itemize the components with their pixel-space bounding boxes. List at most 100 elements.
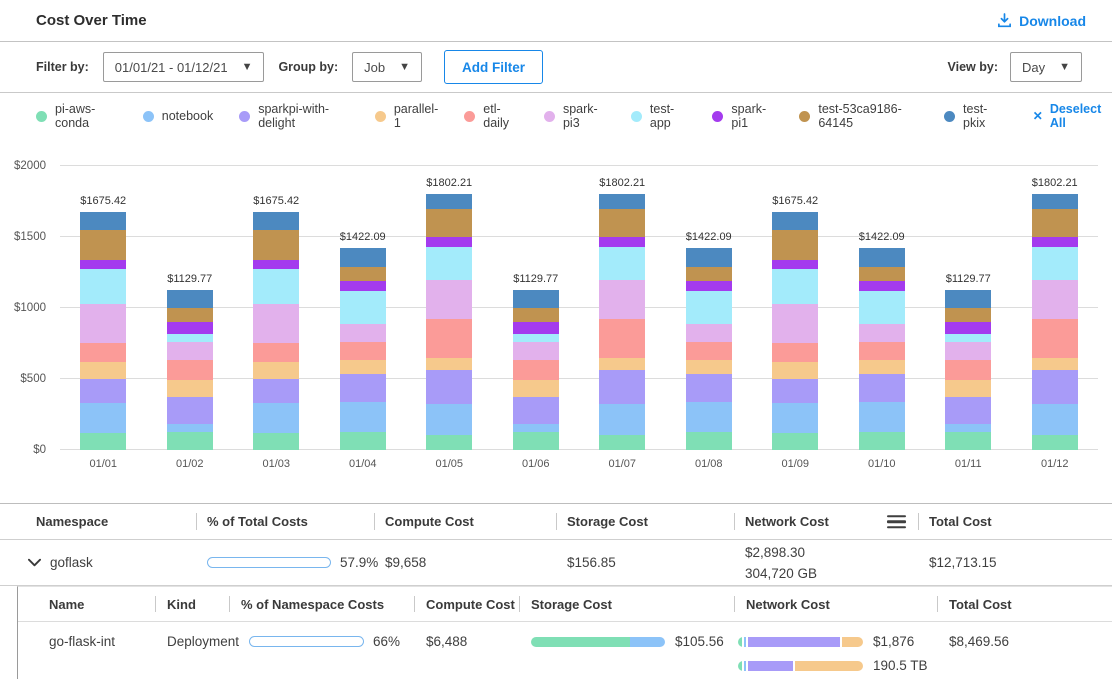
- bar-01/04[interactable]: $1422.09: [320, 166, 407, 450]
- storage-cost-value: $156.85: [556, 555, 734, 570]
- legend-item-test-53ca9186-64145[interactable]: test-53ca9186-64145: [799, 102, 918, 130]
- legend-item-parallel-1[interactable]: parallel-1: [375, 102, 438, 130]
- bar-segment-parallel-1: [945, 380, 991, 397]
- bar-segment-parallel-1: [1032, 358, 1078, 370]
- bar-01/05[interactable]: $1802.21: [406, 166, 493, 450]
- bar-segment-pi-aws-conda: [859, 432, 905, 450]
- bar-segment-notebook: [340, 402, 386, 432]
- bar-segment-spark-pi3: [513, 342, 559, 361]
- legend-label: parallel-1: [394, 102, 438, 130]
- legend-label: test-app: [650, 102, 687, 130]
- chevron-down-icon: ▼: [242, 61, 253, 73]
- x-tick-label: 01/02: [147, 458, 234, 470]
- bar-stack: [80, 212, 126, 450]
- col-name: Name: [18, 587, 155, 621]
- bar-01/01[interactable]: $1675.42: [60, 166, 147, 450]
- bar-segment-test-pkix: [772, 212, 818, 230]
- page-title: Cost Over Time: [36, 12, 147, 29]
- workload-table: Name Kind % of Namespace Costs Compute C…: [17, 586, 1112, 679]
- bar-01/11[interactable]: $1129.77: [925, 166, 1012, 450]
- total-cost-value: $8,469.56: [937, 634, 1112, 649]
- legend-item-spark-pi3[interactable]: spark-pi3: [544, 102, 605, 130]
- chevron-down-icon: ▼: [1059, 61, 1070, 73]
- bar-01/09[interactable]: $1675.42: [752, 166, 839, 450]
- column-menu-icon[interactable]: [887, 515, 906, 529]
- bar-segment-notebook: [599, 404, 645, 435]
- bar-segment-parallel-1: [599, 358, 645, 370]
- legend-item-sparkpi-with-delight[interactable]: sparkpi-with-delight: [239, 102, 349, 130]
- bar-01/03[interactable]: $1675.42: [233, 166, 320, 450]
- bar-01/12[interactable]: $1802.21: [1012, 166, 1099, 450]
- col-namespace: Namespace: [0, 504, 196, 539]
- compute-cost-value: $6,488: [414, 634, 519, 649]
- bar-segment-test-53ca9186-64145: [167, 308, 213, 321]
- bar-01/10[interactable]: $1422.09: [839, 166, 926, 450]
- bar-segment-pi-aws-conda: [167, 432, 213, 450]
- bar-segment-pi-aws-conda: [340, 432, 386, 450]
- bar-segment-notebook: [1032, 404, 1078, 435]
- x-tick-label: 01/07: [579, 458, 666, 470]
- date-range-select[interactable]: 01/01/21 - 01/12/21 ▼: [103, 52, 265, 82]
- legend-label: pi-aws-conda: [55, 102, 117, 130]
- bar-segment: [744, 661, 746, 671]
- bar-segment-etl-daily: [945, 360, 991, 380]
- x-tick-label: 01/11: [925, 458, 1012, 470]
- bar-stack: [426, 194, 472, 450]
- deselect-all-button[interactable]: ✕ Deselect All: [1033, 102, 1112, 130]
- bar-segment-spark-pi3: [772, 304, 818, 343]
- group-by-value: Job: [364, 60, 385, 75]
- x-tick-label: 01/06: [493, 458, 580, 470]
- view-by-select[interactable]: Day ▼: [1010, 52, 1082, 82]
- x-tick-label: 01/09: [752, 458, 839, 470]
- bar-segment-sparkpi-with-delight: [772, 379, 818, 403]
- legend-item-spark-pi1[interactable]: spark-pi1: [712, 102, 773, 130]
- legend-item-notebook[interactable]: notebook: [143, 109, 213, 123]
- col-kind: Kind: [155, 587, 229, 621]
- workload-table-header: Name Kind % of Namespace Costs Compute C…: [18, 587, 1112, 622]
- bar-segment-sparkpi-with-delight: [945, 397, 991, 423]
- filter-by-label: Filter by:: [36, 60, 89, 74]
- bar-segment-pi-aws-conda: [599, 435, 645, 450]
- add-filter-button[interactable]: Add Filter: [444, 50, 543, 84]
- bar-segment-spark-pi1: [1032, 237, 1078, 247]
- bar-segment-test-app: [945, 334, 991, 342]
- col-total: Total Cost: [918, 504, 1112, 539]
- legend-label: test-53ca9186-64145: [818, 102, 918, 130]
- namespace-expander[interactable]: goflask: [0, 555, 196, 570]
- bar-segment-test-pkix: [253, 212, 299, 230]
- storage-cost-bar: [531, 637, 665, 647]
- bar-segment-test-app: [859, 291, 905, 324]
- network-cost-bar: [738, 637, 863, 647]
- bar-segment-spark-pi3: [426, 280, 472, 319]
- legend-dot-icon: [375, 111, 386, 122]
- y-tick-label: $2000: [14, 160, 46, 172]
- bar-01/08[interactable]: $1422.09: [666, 166, 753, 450]
- x-tick-label: 01/03: [233, 458, 320, 470]
- bar-segment-pi-aws-conda: [80, 433, 126, 450]
- cost-over-time-panel: Cost Over Time Download Filter by: 01/01…: [0, 0, 1112, 682]
- y-axis: $0$500$1000$1500$2000: [0, 166, 60, 450]
- col-pct-total: % of Total Costs: [196, 504, 374, 539]
- network-cost-value: $2,898.30: [745, 542, 918, 563]
- legend-item-pi-aws-conda[interactable]: pi-aws-conda: [36, 102, 117, 130]
- bar-01/06[interactable]: $1129.77: [493, 166, 580, 450]
- bar-01/02[interactable]: $1129.77: [147, 166, 234, 450]
- download-button[interactable]: Download: [997, 13, 1086, 29]
- col-compute: Compute Cost: [374, 504, 556, 539]
- storage-cost-value: $105.56: [675, 634, 724, 649]
- chevron-down-icon: ▼: [399, 61, 410, 73]
- close-icon: ✕: [1033, 109, 1043, 123]
- bar-segment-test-app: [599, 247, 645, 279]
- col-compute: Compute Cost: [414, 587, 519, 621]
- bar-segment-etl-daily: [1032, 319, 1078, 358]
- legend-item-test-app[interactable]: test-app: [631, 102, 687, 130]
- bar-01/07[interactable]: $1802.21: [579, 166, 666, 450]
- view-by-value: Day: [1022, 60, 1045, 75]
- group-by-select[interactable]: Job ▼: [352, 52, 422, 82]
- legend-item-etl-daily[interactable]: etl-daily: [464, 102, 518, 130]
- bar-segment-spark-pi1: [253, 260, 299, 270]
- bar-stack: [167, 290, 213, 450]
- bar-segment-test-pkix: [340, 248, 386, 266]
- legend-item-test-pkix[interactable]: test-pkix: [944, 102, 1001, 130]
- bar-segment-sparkpi-with-delight: [80, 379, 126, 403]
